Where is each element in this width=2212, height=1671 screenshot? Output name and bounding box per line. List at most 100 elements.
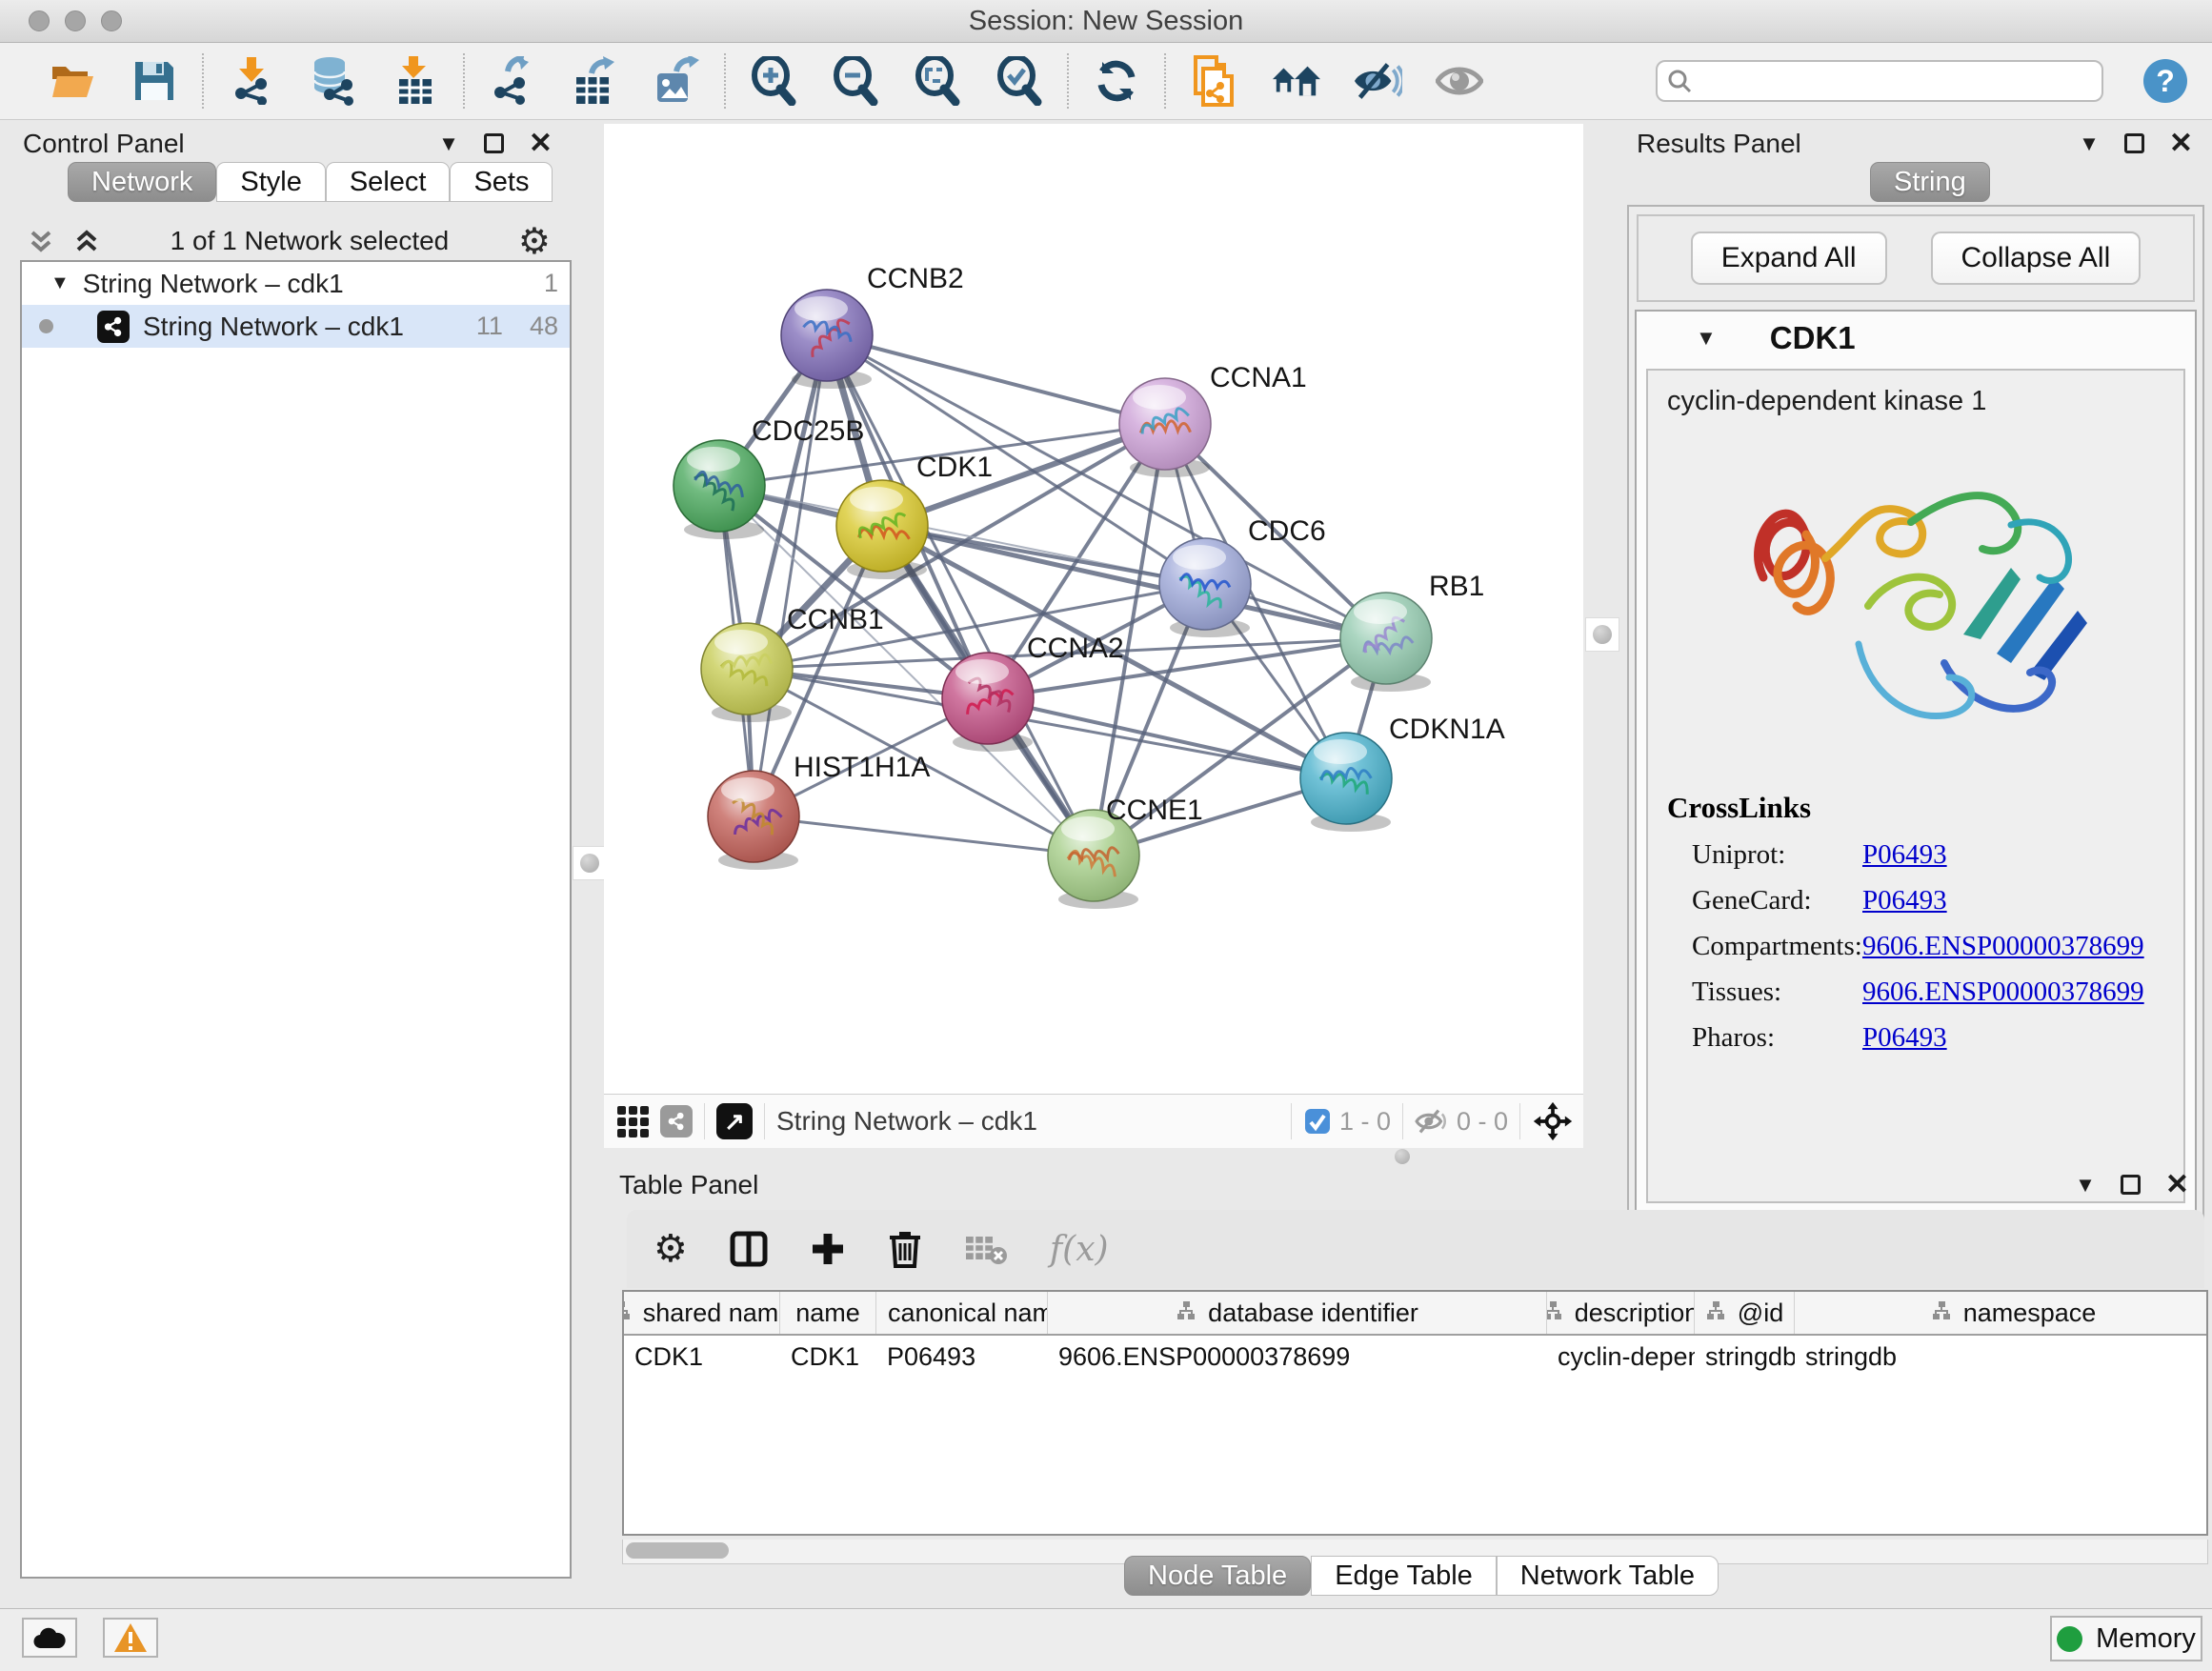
collapse-all-button[interactable]: Collapse All [1931,232,2142,285]
tab-node-table[interactable]: Node Table [1124,1556,1311,1596]
column-header-canonical-name[interactable]: canonical name [876,1292,1048,1334]
column-header-description[interactable]: description [1547,1292,1695,1334]
import-network-button[interactable] [227,56,276,106]
tab-string[interactable]: String [1870,162,1990,202]
crosslink-link[interactable]: 9606.ENSP00000378699 [1862,931,2144,962]
table-row[interactable]: CDK1CDK1P064939606.ENSP00000378699cyclin… [624,1336,2206,1378]
network-edge[interactable] [988,698,1346,778]
float-panel-icon[interactable] [484,133,504,153]
save-session-button[interactable] [130,56,179,106]
column-header-name[interactable]: name [780,1292,876,1334]
column-header-namespace[interactable]: namespace [1795,1292,2208,1334]
zoom-out-button[interactable] [831,56,880,106]
scrollbar-thumb[interactable] [626,1542,729,1559]
tab-select[interactable]: Select [326,162,451,202]
cloud-status-button[interactable] [22,1618,77,1658]
home-networks-button[interactable] [1271,56,1320,106]
horizontal-splitter-handle[interactable] [1395,1149,1410,1164]
refresh-button[interactable] [1092,56,1141,106]
maximize-window-button[interactable] [101,10,122,31]
panel-menu-icon[interactable]: ▼ [2075,1173,2096,1198]
float-panel-icon[interactable] [2121,1175,2141,1195]
column-header--id[interactable]: @id [1695,1292,1795,1334]
close-window-button[interactable] [29,10,50,31]
network-collection-row[interactable]: ▼ String Network – cdk1 1 [22,262,570,305]
expand-all-icon[interactable] [72,227,101,255]
function-builder-button[interactable]: f(x) [1050,1230,1109,1269]
import-database-button[interactable] [309,56,358,106]
network-edge[interactable] [754,335,827,816]
table-cell[interactable]: 9606.ENSP00000378699 [1048,1336,1547,1378]
show-columns-icon[interactable] [730,1230,768,1268]
network-node-cdkn1a[interactable]: CDKN1A [1300,714,1505,832]
zoom-in-button[interactable] [749,56,798,106]
table-cell[interactable]: stringdb [1795,1336,2208,1378]
network-options-gear-icon[interactable]: ⚙ [518,220,551,263]
help-button[interactable]: ? [2143,59,2187,103]
gene-collapse-caret-icon[interactable]: ▼ [1696,326,1717,351]
left-splitter-handle[interactable] [573,846,607,880]
export-image-button[interactable] [652,56,701,106]
table-cell[interactable]: cyclin-dependent ... [1547,1336,1695,1378]
collapse-all-icon[interactable] [27,227,55,255]
delete-column-trash-icon[interactable] [888,1229,922,1269]
network-node-rb1[interactable]: RB1 [1340,571,1484,692]
search-field[interactable] [1656,60,2103,102]
table-options-gear-icon[interactable]: ⚙ [654,1227,688,1271]
create-column-plus-icon[interactable] [810,1231,846,1267]
table-cell[interactable]: CDK1 [624,1336,780,1378]
warnings-button[interactable] [103,1618,158,1658]
selected-checkbox-icon[interactable] [1303,1107,1332,1136]
houses-icon [1271,60,1320,102]
crosslink-link[interactable]: P06493 [1862,839,1947,871]
open-folder-button[interactable] [48,56,97,106]
hide-selected-button[interactable] [1353,56,1402,106]
zoom-fit-button[interactable] [913,56,962,106]
network-node-cdc25b[interactable]: CDC25B [674,415,864,539]
minimize-window-button[interactable] [65,10,86,31]
table-cell[interactable]: P06493 [876,1336,1048,1378]
tab-network[interactable]: Network [68,162,216,202]
copy-network-button[interactable] [1189,56,1238,106]
column-header-database-identifier[interactable]: database identifier [1048,1292,1547,1334]
crosslink-link[interactable]: P06493 [1862,1022,1947,1054]
close-panel-icon[interactable]: ✕ [2165,1168,2189,1201]
network-node-cdk1[interactable]: CDK1 [836,452,993,579]
close-panel-icon[interactable]: ✕ [529,127,553,160]
tab-style[interactable]: Style [216,162,325,202]
tree-expand-caret-icon[interactable]: ▼ [50,272,70,294]
window-controls[interactable] [29,10,122,31]
table-cell[interactable]: stringdb:9... [1695,1336,1795,1378]
tab-edge-table[interactable]: Edge Table [1311,1556,1497,1596]
crosslink-link[interactable]: P06493 [1862,885,1947,916]
export-network-button[interactable] [488,56,537,106]
table-cell[interactable]: CDK1 [780,1336,876,1378]
column-header-shared-name[interactable]: shared name [624,1292,780,1334]
search-input[interactable] [1699,67,2081,96]
show-all-button[interactable] [1435,56,1484,106]
tab-sets[interactable]: Sets [450,162,553,202]
import-table-button[interactable] [391,56,440,106]
crosslink-link[interactable]: 9606.ENSP00000378699 [1862,976,2144,1008]
expand-all-button[interactable]: Expand All [1691,232,1887,285]
birds-eye-view-icon[interactable] [617,1106,649,1137]
fit-content-crosshair-icon[interactable] [1532,1100,1574,1142]
network-canvas[interactable]: CCNB2CCNA1CDC25BCDK1CDC6RB1CCNB1CCNA2CDK… [604,124,1583,1094]
zoom-selected-button[interactable] [995,56,1044,106]
network-edge[interactable] [827,335,1165,424]
memory-button[interactable]: Memory [2050,1616,2202,1661]
export-table-button[interactable] [570,56,619,106]
network-edge[interactable] [754,816,1094,856]
open-in-browser-icon[interactable]: ↗ [716,1103,753,1139]
panel-menu-icon[interactable]: ▼ [438,131,459,156]
right-splitter-handle[interactable] [1585,617,1619,652]
network-row[interactable]: String Network – cdk1 11 48 [22,305,570,348]
network-node-ccnb2[interactable]: CCNB2 [781,263,964,389]
network-node-hist1h1a[interactable]: HIST1H1A [708,752,930,870]
close-panel-icon[interactable]: ✕ [2169,127,2193,160]
panel-menu-icon[interactable]: ▼ [2079,131,2100,156]
tab-network-table[interactable]: Network Table [1497,1556,1719,1596]
network-overview-icon[interactable] [660,1105,693,1137]
float-panel-icon[interactable] [2124,133,2144,153]
network-node-ccna1[interactable]: CCNA1 [1119,362,1307,477]
